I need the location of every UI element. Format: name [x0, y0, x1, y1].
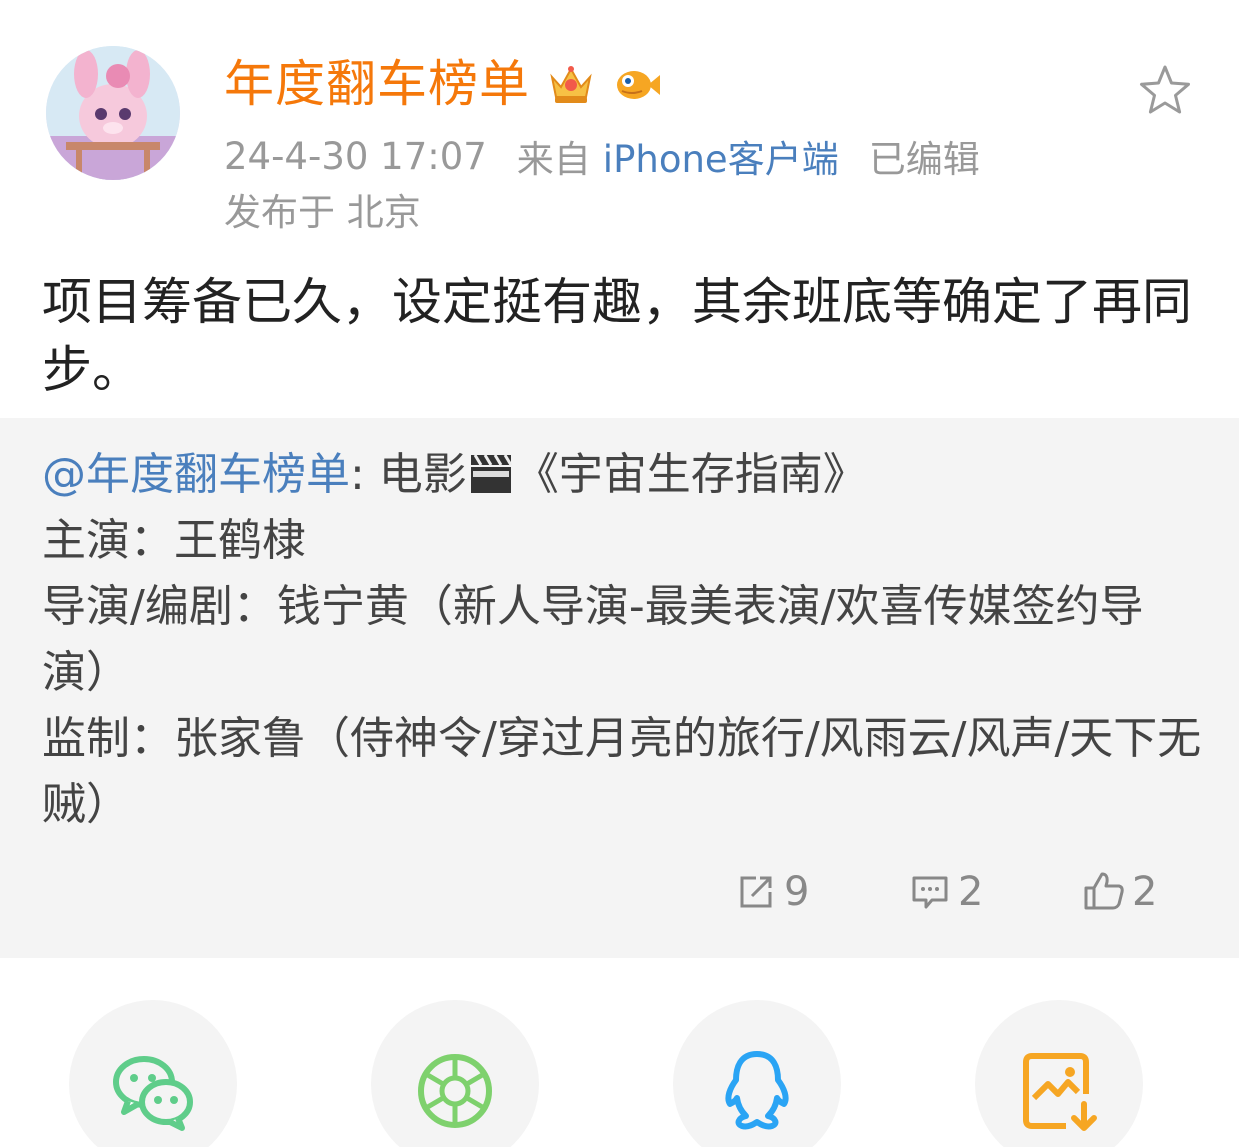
repost-button[interactable]: 9	[734, 866, 809, 918]
share-wechat-button[interactable]	[69, 1000, 237, 1147]
like-button[interactable]: 2	[1082, 866, 1157, 918]
username[interactable]: 年度翻车榜单	[224, 52, 530, 116]
favorite-star-icon[interactable]	[1136, 62, 1194, 120]
quoted-line-1-part-b: 《宇宙生存指南》	[514, 449, 867, 500]
save-image-button[interactable]	[975, 1000, 1143, 1147]
comment-button[interactable]: 2	[908, 866, 983, 918]
quoted-post[interactable]: @年度翻车榜单: 电影 《宇宙生存指南》 主演：王鹤棣 导演/编剧：钱宁黄（新人…	[0, 418, 1239, 958]
comment-count: 2	[958, 869, 984, 915]
share-moments-button[interactable]	[371, 1000, 539, 1147]
avatar[interactable]	[46, 46, 180, 180]
post-timestamp: 24-4-30 17:07	[224, 134, 487, 178]
weibo-post-page: 年度翻车榜单 24-4-30 17:07 来自 iPhone客户端 已编辑 发布…	[0, 0, 1239, 1147]
source-prefix: 来自	[516, 138, 591, 181]
source-link[interactable]: iPhone客户端	[603, 129, 839, 183]
comment-icon	[908, 870, 952, 914]
moments-icon	[410, 1046, 500, 1136]
avatar-image	[46, 46, 180, 180]
clapperboard-icon	[467, 448, 515, 493]
fish-badge-icon[interactable]	[612, 59, 662, 109]
quoted-line-1: @年度翻车榜单: 电影 《宇宙生存指南》	[42, 442, 1202, 508]
qq-icon	[712, 1046, 802, 1136]
quoted-line-2: 主演：王鹤棣	[42, 515, 306, 566]
post-location: 发布于 北京	[224, 191, 421, 234]
quoted-post-text: @年度翻车榜单: 电影 《宇宙生存指南》 主演：王鹤棣 导演/编剧：钱宁黄（新人…	[42, 442, 1202, 838]
share-qq-button[interactable]	[673, 1000, 841, 1147]
wechat-icon	[108, 1046, 198, 1136]
post-text: 项目筹备已久，设定挺有趣，其余班底等确定了再同步。	[42, 273, 1192, 399]
quoted-line-3: 导演/编剧：钱宁黄（新人导演-最美表演/欢喜传媒签约导演）	[42, 581, 1144, 698]
quoted-line-4: 监制：张家鲁（侍神令/穿过月亮的旅行/风雨云/风声/天下无贼）	[42, 713, 1202, 830]
save-image-icon	[1014, 1046, 1104, 1136]
post-header: 年度翻车榜单 24-4-30 17:07 来自 iPhone客户端 已编辑 发布…	[0, 0, 1239, 250]
like-count: 2	[1132, 869, 1158, 915]
thumbs-up-icon	[1082, 870, 1126, 914]
quoted-line-1-part-a: : 电影	[350, 449, 467, 500]
username-row: 年度翻车榜单	[224, 52, 662, 116]
repost-count: 9	[784, 869, 810, 915]
crown-badge-icon[interactable]	[546, 59, 596, 109]
repost-icon	[734, 870, 778, 914]
post-meta: 24-4-30 17:07 来自 iPhone客户端 已编辑	[224, 133, 980, 182]
mention-link[interactable]: @年度翻车榜单	[42, 449, 350, 500]
edited-label[interactable]: 已编辑	[869, 129, 980, 183]
